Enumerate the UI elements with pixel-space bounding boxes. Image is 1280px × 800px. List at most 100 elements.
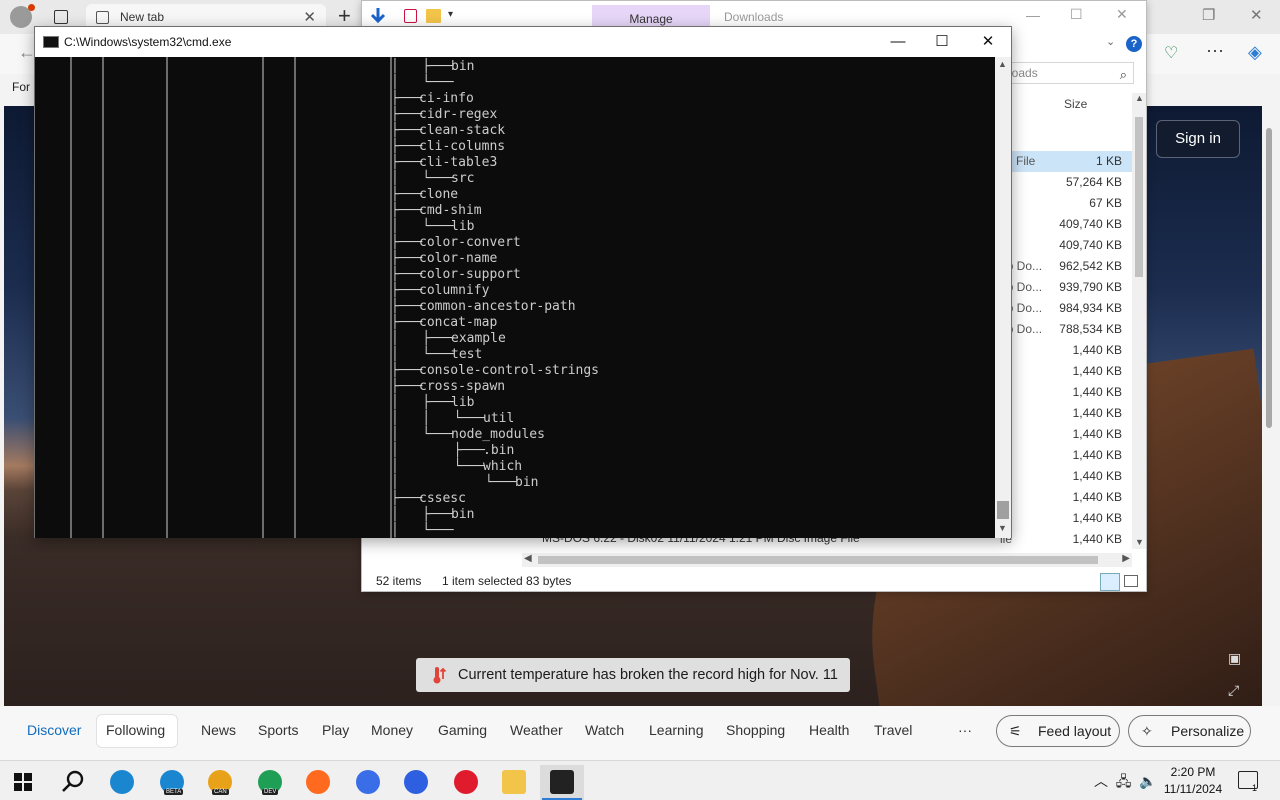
explorer-vscroll-thumb[interactable] [1135, 117, 1143, 277]
cmd-scroll-up-icon[interactable]: ▲ [998, 59, 1007, 69]
profile-avatar-icon[interactable] [10, 4, 35, 28]
browser-essentials-icon[interactable]: ♡ [1164, 43, 1178, 63]
scroll-right-icon[interactable]: ▶ [1122, 553, 1130, 564]
feed-tab-discover[interactable]: Discover [27, 722, 81, 738]
clock[interactable]: 2:20 PM 11/11/2024 [1160, 764, 1226, 798]
taskbar-firefox-dev-button[interactable] [346, 765, 390, 800]
temperature-banner[interactable]: Current temperature has broken the recor… [416, 658, 850, 692]
tab-close-icon[interactable]: ✕ [303, 8, 316, 26]
qat-customize-icon[interactable]: ▾ [448, 9, 453, 20]
details-view-icon[interactable] [1100, 573, 1120, 591]
feed-tab-travel[interactable]: Travel [874, 722, 912, 738]
copilot-icon[interactable]: ◈ [1248, 42, 1262, 63]
edge-restore-icon[interactable]: ❐ [1202, 6, 1215, 24]
feed-layout-button[interactable]: ⚟ Feed layout [996, 715, 1120, 747]
opera-icon [454, 770, 478, 794]
tree-connector: ├─── [391, 91, 423, 106]
file-row[interactable]: ile1,440 KB [992, 424, 1132, 445]
page-scrollbar-thumb[interactable] [1266, 128, 1272, 428]
taskbar: BETA CAN DEV ︿ 🖧 🔈 2:20 PM 11/11/2024 1 [0, 760, 1280, 800]
taskbar-cmd-button[interactable] [540, 765, 584, 800]
explorer-search-input[interactable]: loads ⌕ [1002, 62, 1134, 84]
file-row[interactable]: eb Do... 962,542 KB [992, 256, 1132, 277]
explorer-minimize-icon[interactable]: — [1026, 7, 1040, 23]
cmd-vertical-scrollbar[interactable]: ▲ ▼ [995, 57, 1011, 538]
taskbar-firefox-nightly-button[interactable] [394, 765, 438, 800]
scroll-up-icon[interactable]: ▲ [1135, 93, 1144, 103]
console-output[interactable]: │ ├─── bin │ └─── ├─── ci-info ├─── cidr-regex… [35, 57, 995, 538]
help-icon[interactable]: ? [1126, 36, 1142, 52]
personalize-button[interactable]: ✧ Personalize [1128, 715, 1251, 747]
feed-tab-gaming[interactable]: Gaming [438, 722, 487, 738]
expand-icon[interactable]: ⤢ [1228, 682, 1239, 699]
sign-in-button[interactable]: Sign in [1156, 120, 1240, 158]
cmd-scroll-down-icon[interactable]: ▼ [998, 523, 1007, 533]
cmd-scrollbar-thumb[interactable] [997, 501, 1009, 519]
file-size-cell: 1,440 KB [1072, 364, 1122, 378]
file-row[interactable]: ile1,440 KB [992, 529, 1132, 550]
taskbar-file-explorer-button[interactable] [492, 765, 536, 800]
page-scrollbar[interactable] [1262, 106, 1276, 746]
cmd-minimize-icon[interactable]: — [875, 30, 921, 54]
feed-tab-news[interactable]: News [201, 722, 236, 738]
file-row[interactable]: ile1,440 KB [992, 508, 1132, 529]
windows-start-icon[interactable] [14, 773, 32, 791]
feed-tab-health[interactable]: Health [809, 722, 849, 738]
taskbar-edge-canary-button[interactable]: CAN [198, 765, 242, 800]
tab-actions-icon[interactable] [54, 10, 68, 24]
explorer-maximize-icon[interactable]: ☐ [1070, 6, 1083, 23]
file-row[interactable]: 67 KB [992, 193, 1132, 214]
scroll-down-icon[interactable]: ▼ [1135, 537, 1144, 547]
edge-icon [110, 770, 134, 794]
explorer-horizontal-scrollbar[interactable]: ◀ ▶ [522, 553, 1132, 567]
new-folder-icon[interactable] [426, 9, 441, 23]
search-icon[interactable] [60, 769, 86, 795]
file-row[interactable]: ile1,440 KB [992, 403, 1132, 424]
clock-date: 11/11/2024 [1163, 782, 1223, 796]
file-row[interactable]: eb Do... 939,790 KB [992, 277, 1132, 298]
scroll-left-icon[interactable]: ◀ [524, 553, 532, 564]
feed-tab-watch[interactable]: Watch [585, 722, 624, 738]
cmd-titlebar[interactable]: C:\Windows\system32\cmd.exe — ☐ ✕ [35, 27, 1011, 57]
system-tray-icons[interactable]: ︿ 🖧 🔈 [1094, 771, 1157, 795]
taskbar-firefox-button[interactable] [296, 765, 340, 800]
feed-tab-shopping[interactable]: Shopping [726, 722, 785, 738]
file-row[interactable]: ch File 1 KB [992, 151, 1132, 172]
file-row[interactable]: eb Do... 984,934 KB [992, 298, 1132, 319]
more-menu-icon[interactable]: ··· [1206, 40, 1224, 61]
file-row[interactable]: ile1,440 KB [992, 487, 1132, 508]
file-row[interactable]: 409,740 KB [992, 235, 1132, 256]
tree-connector: │ └─── [391, 171, 454, 186]
large-icons-view-icon[interactable] [1124, 575, 1138, 587]
feed-tab-learning[interactable]: Learning [649, 722, 704, 738]
file-row[interactable]: eb Do... 788,534 KB [992, 319, 1132, 340]
file-row[interactable]: ile1,440 KB [992, 445, 1132, 466]
feed-tab-play[interactable]: Play [322, 722, 349, 738]
ribbon-expand-chevron-icon[interactable]: ⌄ [1106, 35, 1115, 48]
file-row[interactable]: ile1,440 KB [992, 361, 1132, 382]
explorer-close-icon[interactable]: ✕ [1116, 6, 1128, 23]
column-header-size[interactable]: Size [1064, 97, 1087, 111]
feed-tab-following[interactable]: Following [106, 722, 165, 738]
feed-tab-weather[interactable]: Weather [510, 722, 563, 738]
download-arrow-icon[interactable] [370, 7, 386, 25]
taskbar-edge-beta-button[interactable]: BETA [150, 765, 194, 800]
properties-icon[interactable] [404, 9, 417, 23]
cmd-close-icon[interactable]: ✕ [965, 30, 1011, 54]
explorer-vertical-scrollbar[interactable]: ▲ ▼ [1132, 93, 1146, 549]
feed-tab-money[interactable]: Money [371, 722, 413, 738]
feed-tab-sports[interactable]: Sports [258, 722, 298, 738]
explorer-hscroll-thumb[interactable] [538, 556, 1098, 564]
edge-close-icon[interactable]: ✕ [1250, 6, 1263, 24]
background-info-icon[interactable]: ▣ [1228, 650, 1241, 667]
file-row[interactable]: ile1,440 KB [992, 382, 1132, 403]
taskbar-edge-dev-button[interactable]: DEV [248, 765, 292, 800]
file-row[interactable]: ile1,440 KB [992, 340, 1132, 361]
taskbar-edge-button[interactable] [100, 765, 144, 800]
cmd-maximize-icon[interactable]: ☐ [919, 30, 965, 54]
file-row[interactable]: 57,264 KB [992, 172, 1132, 193]
file-row[interactable]: ile1,440 KB [992, 466, 1132, 487]
taskbar-opera-button[interactable] [444, 765, 488, 800]
feed-more-icon[interactable]: ··· [958, 722, 972, 738]
file-row[interactable]: 409,740 KB [992, 214, 1132, 235]
